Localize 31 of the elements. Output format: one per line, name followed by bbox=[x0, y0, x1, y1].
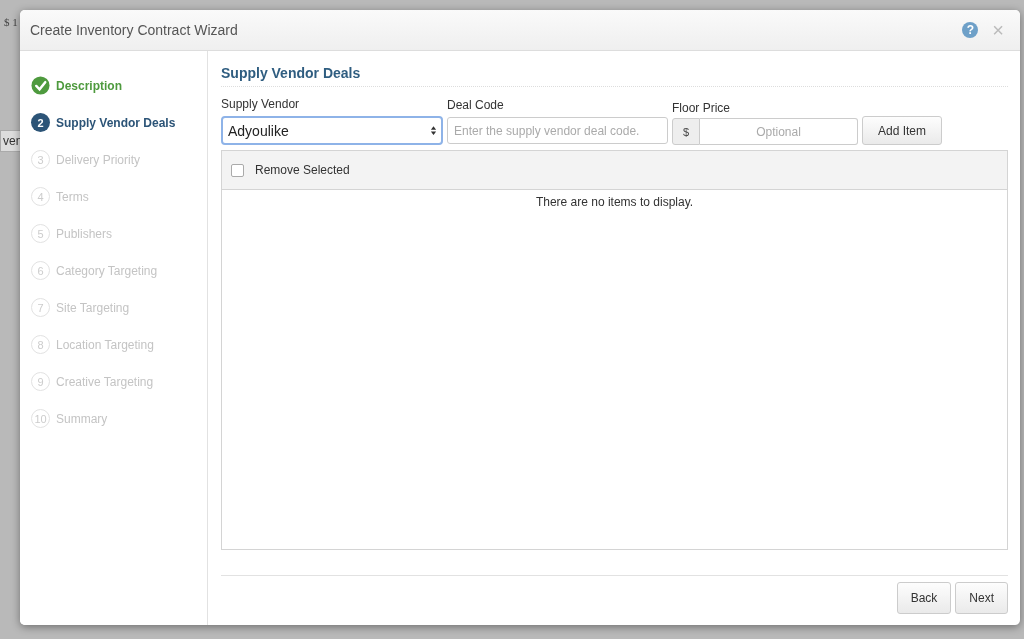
step-label[interactable]: Publishers bbox=[56, 226, 113, 241]
field-label: Supply Vendor bbox=[221, 97, 301, 111]
step-label[interactable]: Creative Targeting bbox=[56, 374, 154, 389]
step-label[interactable]: Terms bbox=[56, 189, 89, 204]
step-label[interactable]: Supply Vendor Deals bbox=[56, 115, 176, 130]
floor-price-field[interactable]: Optional bbox=[700, 118, 858, 145]
help-icon[interactable]: ? bbox=[962, 22, 979, 38]
close-icon[interactable]: × bbox=[992, 22, 1004, 38]
step-label[interactable]: Location Targeting bbox=[56, 337, 154, 352]
checkbox[interactable] bbox=[231, 163, 244, 177]
step-number: 2 bbox=[31, 113, 50, 132]
nav-button[interactable]: Next bbox=[955, 582, 1008, 614]
window-title: Create Inventory Contract Wizard bbox=[30, 22, 239, 38]
step-label[interactable]: Delivery Priority bbox=[56, 152, 140, 167]
step-label[interactable]: Summary bbox=[56, 411, 108, 426]
updown-icon bbox=[430, 125, 437, 136]
step-label[interactable]: Description bbox=[56, 78, 122, 93]
field-label: Deal Code bbox=[447, 98, 505, 112]
section-title: Supply Vendor Deals bbox=[221, 65, 1008, 87]
step-label[interactable]: Site Targeting bbox=[56, 300, 130, 315]
nav-button[interactable]: Back bbox=[896, 582, 952, 614]
check-icon bbox=[31, 76, 50, 95]
step-label[interactable]: Category Targeting bbox=[56, 263, 158, 278]
background-text: $ 1 bbox=[4, 16, 18, 28]
vendor-select[interactable]: Adyoulike bbox=[221, 116, 443, 145]
add-item-button[interactable]: Add Item bbox=[862, 116, 942, 145]
deal-code-field[interactable]: Enter the supply vendor deal code. bbox=[447, 117, 668, 144]
field-label: Floor Price bbox=[672, 101, 731, 115]
currency-addon: $ bbox=[672, 118, 700, 145]
remove-selected-label[interactable]: Remove Selected bbox=[255, 163, 350, 177]
empty-message: There are no items to display. bbox=[534, 194, 695, 209]
